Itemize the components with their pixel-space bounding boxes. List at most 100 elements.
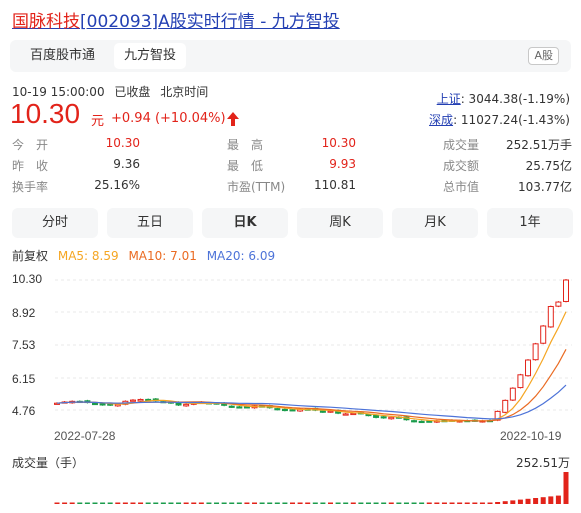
candle-body bbox=[388, 416, 395, 420]
volume-bar bbox=[138, 502, 144, 504]
volume-bar bbox=[411, 502, 417, 504]
ma-legend: 前复权 MA5: 8.59 MA10: 7.01 MA20: 6.09 bbox=[12, 247, 281, 264]
volume-bar bbox=[510, 500, 516, 504]
title-suffix[interactable]: A股实时行情 - 九方智投 bbox=[158, 12, 340, 32]
volume-bar bbox=[396, 502, 402, 504]
stat-value: 9.36 bbox=[113, 157, 140, 171]
volume-bar bbox=[540, 497, 546, 504]
stock-code[interactable]: [002093] bbox=[80, 12, 158, 32]
tab-jiufang[interactable]: 九方智投 bbox=[114, 43, 187, 69]
period-tab-intraday[interactable]: 分时 bbox=[12, 208, 98, 238]
candle-body bbox=[373, 414, 380, 418]
volume-bar bbox=[305, 502, 311, 504]
volume-bar bbox=[495, 502, 501, 504]
volume-bar bbox=[62, 502, 68, 504]
period-tab-1year[interactable]: 1年 bbox=[487, 208, 573, 238]
stat-value: 10.30 bbox=[321, 136, 356, 150]
candle-body bbox=[99, 403, 106, 406]
price-unit: 元 bbox=[91, 114, 105, 129]
stats-row: 换手率 25.16% 市盈(TTM) 110.81 总市值 103.77亿 bbox=[12, 176, 572, 197]
volume-bar bbox=[191, 502, 197, 504]
stat-label: 成交额 bbox=[443, 159, 480, 173]
volume-bar bbox=[381, 502, 387, 504]
volume-bar bbox=[115, 502, 121, 504]
volume-bar bbox=[464, 502, 470, 504]
volume-bar bbox=[525, 498, 531, 504]
volume-bar bbox=[350, 502, 356, 504]
candle-body bbox=[509, 387, 516, 401]
volume-bar bbox=[533, 498, 539, 504]
volume-bar bbox=[267, 502, 273, 504]
candle-body bbox=[563, 279, 569, 302]
ma5-line bbox=[56, 311, 567, 422]
period-tab-daily-k[interactable]: 日K bbox=[202, 208, 288, 238]
index-shanghai[interactable]: 上证: 3044.38(-1.19%) bbox=[437, 90, 570, 107]
candle-body bbox=[532, 343, 539, 361]
volume-bar bbox=[517, 499, 523, 504]
candle-body bbox=[236, 406, 243, 409]
index-shenzhen[interactable]: 深成: 11027.24(-1.43%) bbox=[429, 111, 570, 128]
candle-body bbox=[137, 398, 144, 402]
volume-bar bbox=[365, 502, 371, 504]
volume-bar bbox=[426, 502, 432, 504]
ma20-value: MA20: 6.09 bbox=[206, 249, 276, 263]
candle-body bbox=[540, 325, 547, 344]
stock-name[interactable]: 国脉科技 bbox=[12, 12, 80, 32]
candle-body bbox=[243, 406, 250, 409]
volume-bar bbox=[145, 502, 151, 504]
candle-body bbox=[517, 374, 524, 389]
stat-value: 103.77亿 bbox=[518, 180, 572, 194]
market-status: 已收盘 bbox=[114, 85, 151, 99]
candle-body bbox=[380, 416, 387, 419]
volume-bar bbox=[252, 502, 258, 504]
candle-body bbox=[91, 402, 98, 406]
volume-bar bbox=[388, 502, 394, 504]
volume-bar bbox=[335, 502, 341, 504]
volume-bar bbox=[441, 502, 447, 504]
volume-bar bbox=[479, 502, 485, 504]
index-shenzhen-label[interactable]: 深成 bbox=[429, 113, 453, 127]
volume-bar bbox=[69, 502, 75, 504]
candle-body bbox=[547, 306, 554, 328]
volume-chart[interactable] bbox=[0, 468, 581, 508]
volume-bar bbox=[259, 502, 265, 504]
period-tab-5day[interactable]: 五日 bbox=[107, 208, 193, 238]
candle-body bbox=[525, 359, 532, 377]
tab-baidu-stock[interactable]: 百度股市通 bbox=[20, 43, 105, 69]
stat-label: 换手率 bbox=[12, 180, 49, 194]
candle-body bbox=[183, 403, 190, 407]
candlestick-chart[interactable] bbox=[0, 270, 581, 430]
period-tab-monthly-k[interactable]: 月K bbox=[392, 208, 478, 238]
stat-label: 市盈(TTM) bbox=[227, 180, 286, 194]
stat-value: 10.30 bbox=[105, 136, 140, 150]
candle-body bbox=[274, 408, 281, 411]
volume-bar bbox=[563, 472, 569, 504]
index-shanghai-value: : 3044.38(-1.19%) bbox=[460, 92, 570, 106]
stat-value: 9.93 bbox=[329, 157, 356, 171]
volume-bar bbox=[373, 502, 379, 504]
index-shanghai-label[interactable]: 上证 bbox=[437, 92, 461, 106]
page-title[interactable]: 国脉科技[002093]A股实时行情 - 九方智投 bbox=[12, 7, 340, 32]
volume-bar bbox=[229, 502, 235, 504]
candle-body bbox=[426, 420, 433, 423]
volume-bar bbox=[198, 502, 204, 504]
volume-bar bbox=[548, 496, 554, 504]
stat-value: 110.81 bbox=[314, 178, 356, 192]
ma10-value: MA10: 7.01 bbox=[128, 249, 197, 263]
period-tabs: 分时 五日 日K 周K 月K 1年 bbox=[12, 208, 573, 238]
volume-bar bbox=[214, 502, 220, 504]
candle-body bbox=[281, 408, 288, 412]
adjust-mode[interactable]: 前复权 bbox=[12, 249, 48, 263]
stat-value: 25.16% bbox=[94, 178, 140, 192]
current-price: 10.30 bbox=[10, 98, 81, 129]
volume-bar bbox=[206, 502, 212, 504]
volume-bar bbox=[434, 502, 440, 504]
volume-bar bbox=[358, 502, 364, 504]
period-tab-weekly-k[interactable]: 周K bbox=[297, 208, 383, 238]
stat-value: 25.75亿 bbox=[525, 159, 572, 173]
price-change: +0.94 (+10.04%) bbox=[111, 111, 226, 126]
volume-bar bbox=[327, 502, 333, 504]
volume-bar bbox=[236, 502, 242, 504]
market-badge: A股 bbox=[528, 47, 559, 65]
ma20-line bbox=[56, 384, 567, 420]
